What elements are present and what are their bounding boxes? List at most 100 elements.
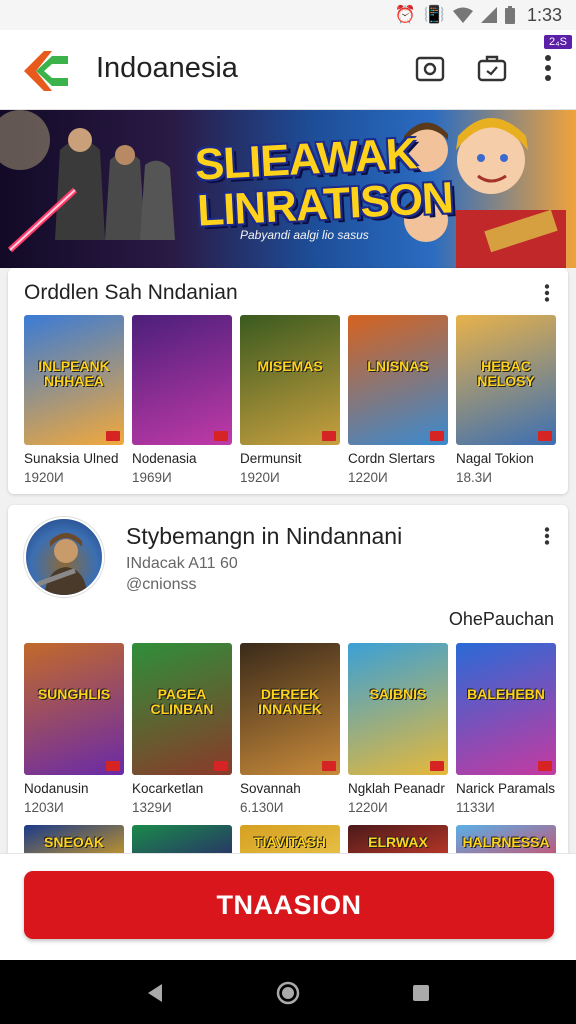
game-tile[interactable]: LNISNAS Cordn Slertars 1220И (348, 315, 448, 485)
game-meta: 6.130И (240, 800, 284, 815)
game-cover-image[interactable]: PAGEA CLINBAN (132, 643, 232, 775)
game-name: Sovannah (240, 781, 301, 796)
game-tile[interactable]: SAIBNIS Ngklah Peanadr 1220И (348, 643, 448, 815)
game-tile[interactable]: SUNGHLIS Nodanusin 1203И (24, 643, 124, 815)
game-cover-image[interactable]: SUNGHLIS (24, 643, 124, 775)
game-meta: 1920И (240, 470, 280, 485)
more-vert-icon (544, 527, 550, 545)
back-arrow-logo-icon[interactable] (22, 48, 70, 94)
nav-back-button[interactable] (142, 980, 168, 1006)
section-title: Orddlen Sah Nndanian (24, 281, 238, 304)
game-name: Ngklah Peanadr (348, 781, 445, 796)
game-cover-title: SUNGHLIS (37, 686, 111, 702)
battery-icon (504, 6, 515, 24)
store-badge-icon (214, 761, 228, 771)
section-more-button[interactable] (540, 282, 554, 304)
game-cover-title: HEBAC NELOSY (477, 358, 535, 389)
banner-soldiers-art (0, 110, 175, 253)
recommended-section: Orddlen Sah Nndanian INLPEANK NHHAEA Suna… (8, 268, 568, 494)
game-cover-image[interactable]: INLPEANK NHHAEA (24, 315, 124, 445)
store-badge-icon (538, 431, 552, 441)
app-bar: Indoanesia 2₄S (0, 30, 576, 110)
bag-icon (477, 55, 507, 82)
game-cover-image[interactable]: LNISNAS (348, 315, 448, 445)
bottom-action-bar: TNAASION (0, 853, 576, 960)
game-name: Narick Paramals (456, 781, 556, 796)
banner-subtitle: Pabyandi aalgi lio sasus (240, 228, 369, 242)
game-cover-title: INLPEANK NHHAEA (38, 358, 110, 389)
game-name: Kocarketlan (132, 781, 204, 796)
camera-button[interactable] (414, 52, 446, 84)
game-cover-title: DEREEK INNANEK (258, 686, 322, 717)
nav-recents-button[interactable] (408, 980, 434, 1006)
developer-name[interactable]: Stybemangn in Nindannani (126, 523, 402, 550)
developer-avatar[interactable] (24, 517, 104, 597)
game-meta: 18.3И (456, 470, 492, 485)
game-cover-image[interactable]: MISEMAS (240, 315, 340, 445)
status-bar: ⏰ 📳 1:33 (0, 0, 576, 30)
game-cover-image[interactable]: DEREEK INNANEK (240, 643, 340, 775)
camera-icon (415, 56, 445, 82)
store-badge-icon (106, 761, 120, 771)
game-name: Dermunsit (240, 451, 302, 466)
game-tile[interactable]: PAGEA CLINBAN Kocarketlan 1329И (132, 643, 232, 815)
game-tile[interactable]: BALEHEBN Narick Paramals 1133И (456, 643, 556, 815)
promo-banner[interactable]: SLIEAWAK LINRATISON Pabyandi aalgi lio s… (0, 110, 576, 268)
game-cover-title: ELRWAX (368, 834, 428, 850)
developer-subtitle: INdacak A11 60 (126, 555, 238, 572)
store-badge-icon (430, 761, 444, 771)
game-tile[interactable]: MISEMAS Dermunsit 1920И (240, 315, 340, 485)
status-badge: 2₄S (544, 35, 572, 49)
store-badge-icon (214, 431, 228, 441)
developer-section: Stybemangn in Nindannani INdacak A11 60 … (8, 505, 568, 865)
game-name: Sunaksia Ulned (24, 451, 119, 466)
game-tile[interactable]: INLPEANK NHHAEA Sunaksia Ulned 1920И (24, 315, 124, 485)
more-vert-icon (544, 284, 550, 302)
store-badge-icon (106, 431, 120, 441)
game-cover-title: PAGEA CLINBAN (150, 686, 214, 717)
signal-icon (480, 7, 497, 23)
game-tile[interactable]: DEREEK INNANEK Sovannah 6.130И (240, 643, 340, 815)
game-cover-title: MISEMAS (257, 358, 323, 374)
more-options-button[interactable] (532, 52, 564, 84)
game-cover-title: SAIBNIS (369, 686, 427, 702)
game-meta: 1920И (24, 470, 64, 485)
more-vert-icon (545, 55, 551, 81)
store-badge-icon (430, 431, 444, 441)
bag-button[interactable] (476, 52, 508, 84)
game-meta: 1969И (132, 470, 172, 485)
system-nav-bar (0, 960, 576, 1024)
app-title: Indoanesia (96, 52, 238, 84)
game-cover-image[interactable]: BALEHEBN (456, 643, 556, 775)
wifi-icon (452, 7, 473, 23)
game-cover-title: SNEOAK (44, 834, 104, 850)
game-cover-title: HALRNESSA (462, 834, 550, 850)
back-triangle-icon (148, 984, 162, 1002)
game-cover-title: LNISNAS (367, 358, 429, 374)
nav-home-button[interactable] (275, 980, 301, 1006)
alarm-icon: ⏰ (394, 5, 416, 24)
game-meta: 1220И (348, 470, 388, 485)
developer-link[interactable]: OhePauchan (449, 609, 554, 630)
home-circle-icon (276, 981, 300, 1005)
recents-square-icon (413, 985, 429, 1001)
game-name: Nodenasia (132, 451, 197, 466)
game-name: Cordn Slertars (348, 451, 436, 466)
game-tile[interactable]: HEBAC NELOSY Nagal Tokion 18.3И (456, 315, 556, 485)
game-name: Nodanusin (24, 781, 89, 796)
game-cover-image[interactable]: SAIBNIS (348, 643, 448, 775)
game-tile[interactable]: Nodenasia 1969И (132, 315, 232, 485)
game-cover-title: TIAVITASH (254, 834, 326, 850)
vibrate-icon: 📳 (423, 5, 445, 24)
game-cover-image[interactable]: HEBAC NELOSY (456, 315, 556, 445)
developer-more-button[interactable] (540, 525, 554, 547)
game-meta: 1133И (456, 800, 495, 815)
avatar-art (36, 533, 88, 595)
game-cover-title: BALEHEBN (467, 686, 545, 702)
banner-title: SLIEAWAK LINRATISON (194, 129, 454, 235)
game-cover-image[interactable] (132, 315, 232, 445)
game-meta: 1203И (24, 800, 64, 815)
developer-handle: @cnionss (126, 576, 197, 593)
primary-cta-button[interactable]: TNAASION (24, 871, 554, 939)
game-meta: 1329И (132, 800, 172, 815)
